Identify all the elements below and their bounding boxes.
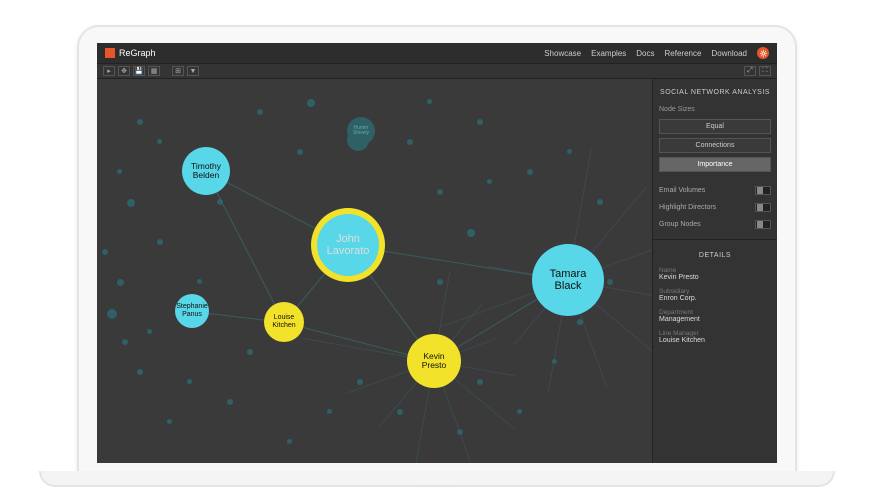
graph-bg-node[interactable]	[437, 189, 443, 195]
laptop-frame: ReGraph Showcase Examples Docs Reference…	[77, 25, 797, 475]
nav-examples[interactable]: Examples	[591, 49, 626, 58]
graph-bg-node[interactable]	[247, 349, 253, 355]
graph-bg-node[interactable]	[607, 279, 613, 285]
toggle-highlight-directors[interactable]: Highlight Directors	[659, 201, 771, 214]
graph-bg-node[interactable]	[257, 109, 263, 115]
titlebar: ReGraph Showcase Examples Docs Reference…	[97, 43, 777, 63]
graph-bg-node[interactable]	[567, 149, 572, 154]
toggle-label: Highlight Directors	[659, 204, 716, 211]
graph-bg-node[interactable]	[397, 409, 403, 415]
tool-expand-icon[interactable]: ⤢	[744, 66, 756, 76]
graph-bg-node[interactable]	[517, 409, 522, 414]
graph-node[interactable]: TimothyBelden	[182, 147, 230, 195]
graph-bg-node[interactable]	[487, 179, 492, 184]
toggle-label: Email Volumes	[659, 187, 705, 194]
tool-fullscreen-icon[interactable]: ⛶	[759, 66, 771, 76]
graph-bg-node[interactable]	[477, 119, 483, 125]
graph-node[interactable]: StephaniePanus	[175, 294, 209, 328]
graph-bg-node[interactable]	[467, 229, 475, 237]
nav-docs[interactable]: Docs	[636, 49, 654, 58]
tool-cursor-icon[interactable]: ▸	[103, 66, 115, 76]
graph-bg-node[interactable]	[407, 139, 413, 145]
graph-bg-node[interactable]	[117, 169, 122, 174]
toggle-label: Group Nodes	[659, 221, 701, 228]
brand-icon	[105, 48, 115, 58]
graph-bg-node[interactable]	[427, 99, 432, 104]
brand: ReGraph	[105, 48, 156, 58]
graph-bg-node[interactable]	[147, 329, 152, 334]
graph-canvas[interactable]: Hunter Shively TimothyBelden JohnLavorato S…	[97, 79, 652, 463]
graph-bg-node[interactable]	[122, 339, 128, 345]
graph-bg-node[interactable]	[107, 309, 117, 319]
panel-title: SOCIAL NETWORK ANALYSIS	[659, 85, 771, 100]
app-window: ReGraph Showcase Examples Docs Reference…	[97, 43, 777, 463]
graph-bg-node[interactable]	[117, 279, 124, 286]
toggle-switch[interactable]	[755, 203, 771, 212]
toggle-email-volumes[interactable]: Email Volumes	[659, 184, 771, 197]
tool-save-icon[interactable]: 💾	[133, 66, 145, 76]
tool-move-icon[interactable]: ✥	[118, 66, 130, 76]
btn-connections[interactable]: Connections	[659, 138, 771, 153]
nav-reference[interactable]: Reference	[665, 49, 702, 58]
settings-icon[interactable]	[757, 47, 769, 59]
top-nav: Showcase Examples Docs Reference Downloa…	[544, 47, 769, 59]
graph-bg-node[interactable]	[227, 399, 233, 405]
graph-bg-node[interactable]	[357, 379, 363, 385]
brand-text: ReGraph	[119, 48, 156, 58]
graph-bg-node[interactable]	[102, 249, 108, 255]
detail-name: Name Kevin Presto	[659, 267, 771, 284]
toggle-switch[interactable]	[755, 186, 771, 195]
graph-bg-node[interactable]	[127, 199, 135, 207]
toggle-switch[interactable]	[755, 220, 771, 229]
detail-subsidiary: Subsidiary Enron Corp.	[659, 288, 771, 305]
graph-bg-node[interactable]	[187, 379, 192, 384]
graph-node[interactable]: LouiseKitchen	[264, 302, 304, 342]
nav-download[interactable]: Download	[711, 49, 747, 58]
graph-bg-node[interactable]	[527, 169, 533, 175]
graph-bg-node[interactable]	[287, 439, 292, 444]
graph-bg-node[interactable]	[477, 379, 483, 385]
graph-node[interactable]: JohnLavorato	[317, 214, 379, 276]
tool-grid-icon[interactable]: ▦	[148, 66, 160, 76]
graph-bg-node[interactable]	[137, 119, 143, 125]
btn-equal[interactable]: Equal	[659, 119, 771, 134]
graph-bg-node[interactable]	[157, 139, 162, 144]
node-sizes-label: Node Sizes	[659, 104, 771, 115]
sidebar: SOCIAL NETWORK ANALYSIS Node Sizes Equal…	[652, 79, 777, 463]
graph-bg-node[interactable]	[327, 409, 332, 414]
tool-filter-icon[interactable]: ▼	[187, 66, 199, 76]
graph-edge	[206, 171, 285, 322]
toolbar: ▸ ✥ 💾 ▦ ⊞ ▼ ⤢ ⛶	[97, 63, 777, 79]
graph-node[interactable]: TamaraBlack	[532, 244, 604, 316]
graph-node-bg[interactable]: Hunter Shively	[347, 117, 375, 145]
graph-bg-node[interactable]	[197, 279, 202, 284]
details-title: DETAILS	[659, 248, 771, 263]
tool-layout-icon[interactable]: ⊞	[172, 66, 184, 76]
nav-showcase[interactable]: Showcase	[544, 49, 581, 58]
graph-bg-node[interactable]	[597, 199, 603, 205]
toggle-group-nodes[interactable]: Group Nodes	[659, 218, 771, 231]
detail-department: Department Management	[659, 309, 771, 326]
detail-line-manager: Line Manager Louise Kitchen	[659, 330, 771, 347]
graph-bg-node[interactable]	[167, 419, 172, 424]
btn-importance[interactable]: Importance	[659, 157, 771, 172]
graph-bg-node[interactable]	[437, 279, 443, 285]
graph-bg-node[interactable]	[297, 149, 303, 155]
graph-bg-node[interactable]	[307, 99, 315, 107]
graph-node[interactable]: KevinPresto	[407, 334, 461, 388]
graph-bg-node[interactable]	[157, 239, 163, 245]
graph-bg-node[interactable]	[137, 369, 143, 375]
